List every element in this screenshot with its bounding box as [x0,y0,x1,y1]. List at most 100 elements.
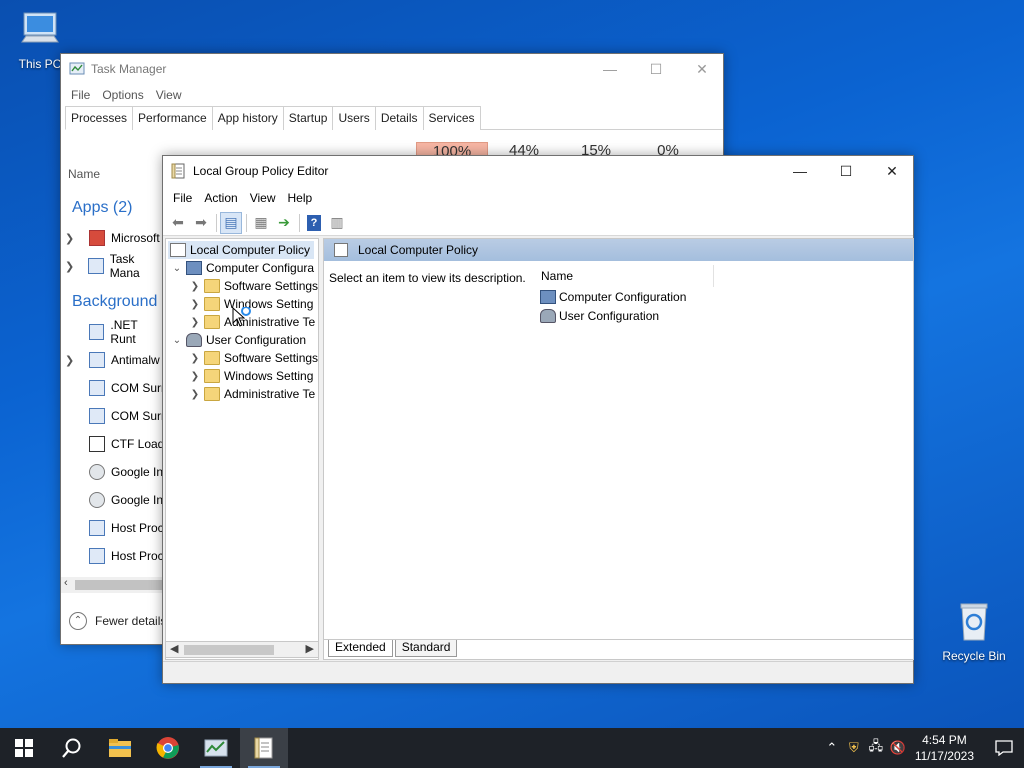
tree-horizontal-scrollbar[interactable]: ◀ ▶ [165,641,319,658]
details-pane: Local Computer Policy Select an item to … [323,238,914,640]
column-header-name[interactable]: Name [68,167,100,181]
process-row[interactable]: ❯ Task Mana [65,252,165,280]
chevron-right-icon[interactable]: ❯ [186,389,204,400]
tree-item-software-settings[interactable]: ❯ Software Settings [186,349,318,367]
maximize-button[interactable]: ☐ [633,54,679,84]
export-list-button[interactable]: ➔ [273,212,295,234]
security-shield-icon[interactable]: ⛨ [843,740,865,756]
process-row[interactable]: COM Surr [65,405,165,427]
process-row[interactable]: Host Proc [65,517,165,539]
gpedit-titlebar[interactable]: Local Group Policy Editor — ☐ ✕ [163,156,913,186]
menu-view[interactable]: View [150,88,188,102]
filter-view-button[interactable]: ▥ [326,212,348,234]
chevron-up-icon[interactable]: ⌃ [821,740,843,756]
close-button[interactable]: ✕ [679,54,725,84]
fewer-details-button[interactable]: ⌃ Fewer details [69,612,166,630]
notification-button[interactable] [984,740,1024,756]
scrollbar-thumb[interactable] [75,580,165,590]
menu-options[interactable]: Options [96,88,149,102]
process-row[interactable]: Google In [65,461,165,483]
chevron-right-icon[interactable]: ❯ [186,353,204,364]
tree-item-local-computer-policy[interactable]: Local Computer Policy [168,241,315,259]
gpedit-menubar: File Action View Help [163,186,913,210]
folder-icon [204,369,220,383]
task-manager-taskbar-button[interactable] [192,728,240,768]
tab-extended[interactable]: Extended [328,640,393,657]
scroll-left-icon[interactable]: ‹ [64,577,68,589]
tree-item-computer-configuration[interactable]: ⌄ Computer Configura [168,259,314,277]
properties-button[interactable]: ▦ [250,212,272,234]
tab-details[interactable]: Details [374,106,424,130]
process-row[interactable]: ❯ Microsoft [65,227,165,249]
scroll-left-icon[interactable]: ◀ [170,642,178,655]
process-row[interactable]: .NET Runt [65,318,165,346]
computer-icon [21,12,59,43]
task-manager-icon [204,739,228,757]
close-icon: ✕ [886,162,898,179]
chevron-right-icon[interactable]: ❯ [186,281,204,292]
tab-standard[interactable]: Standard [394,640,458,657]
tab-users[interactable]: Users [332,106,376,130]
tree-item-software-settings[interactable]: ❯ Software Settings [186,277,318,295]
process-row[interactable]: Google In [65,489,165,511]
folder-icon [204,315,220,329]
chevron-down-icon[interactable]: ⌄ [168,335,186,346]
search-button[interactable] [48,728,96,768]
tree-item-administrative-templates[interactable]: ❯ Administrative Te [186,385,315,403]
minimize-button[interactable]: — [587,54,633,84]
scroll-right-icon[interactable]: ▶ [306,642,314,655]
tree-label: Windows Setting [224,369,314,383]
tab-services[interactable]: Services [422,106,481,130]
forward-button[interactable]: ➡ [190,212,212,234]
status-bar [163,661,913,683]
clock[interactable]: 4:54 PM 11/17/2023 [915,732,974,764]
gpedit-taskbar-button[interactable] [240,728,288,768]
tab-app-history[interactable]: App history [211,106,284,130]
menu-file[interactable]: File [65,88,96,102]
policy-icon [254,737,273,759]
volume-muted-icon[interactable]: 🔇 [887,740,909,756]
back-button[interactable]: ⬅ [167,212,189,234]
task-manager-titlebar[interactable]: Task Manager — ☐ ✕ [61,54,723,84]
list-item-user-configuration[interactable]: User Configuration [538,306,714,325]
computer-config-icon [540,289,556,304]
horizontal-scrollbar[interactable]: ‹ [61,577,165,593]
filter-icon: ▥ [330,214,344,230]
close-button[interactable]: ✕ [869,156,915,186]
process-row[interactable]: ❯ Antimalw [65,349,165,371]
menu-help[interactable]: Help [282,191,319,205]
start-button[interactable] [0,728,48,768]
task-manager-title: Task Manager [91,62,167,76]
column-header-name[interactable]: Name [538,265,714,287]
scrollbar-thumb[interactable] [184,645,274,655]
menu-view[interactable]: View [244,191,282,205]
help-button[interactable]: ? [303,212,325,234]
chrome-button[interactable] [144,728,192,768]
expand-icon[interactable]: ❯ [65,354,79,367]
minimize-button[interactable]: — [777,156,823,186]
chevron-right-icon[interactable]: ❯ [186,299,204,310]
tree-item-user-configuration[interactable]: ⌄ User Configuration [168,331,306,349]
chevron-right-icon[interactable]: ❯ [186,317,204,328]
recycle-bin-desktop-icon[interactable]: Recycle Bin [938,600,1010,663]
list-item-label: Computer Configuration [559,289,687,304]
tree-label: Administrative Te [224,387,316,401]
process-row[interactable]: COM Surr [65,377,165,399]
chevron-down-icon[interactable]: ⌄ [168,263,186,274]
chevron-right-icon[interactable]: ❯ [186,371,204,382]
show-hide-tree-button[interactable]: ▤ [220,211,242,234]
tree-item-windows-settings[interactable]: ❯ Windows Setting [186,367,313,385]
maximize-button[interactable]: ☐ [823,156,869,186]
network-icon[interactable]: 🖧 [865,737,887,759]
list-item-computer-configuration[interactable]: Computer Configuration [538,287,714,306]
tab-processes[interactable]: Processes [65,106,134,130]
tab-startup[interactable]: Startup [282,106,334,130]
process-row[interactable]: Host Proc [65,545,165,567]
expand-icon[interactable]: ❯ [65,260,78,273]
menu-file[interactable]: File [167,191,198,205]
tab-performance[interactable]: Performance [132,106,213,130]
menu-action[interactable]: Action [198,191,243,205]
file-explorer-button[interactable] [96,728,144,768]
expand-icon[interactable]: ❯ [65,232,79,245]
process-row[interactable]: CTF Load [65,433,165,455]
